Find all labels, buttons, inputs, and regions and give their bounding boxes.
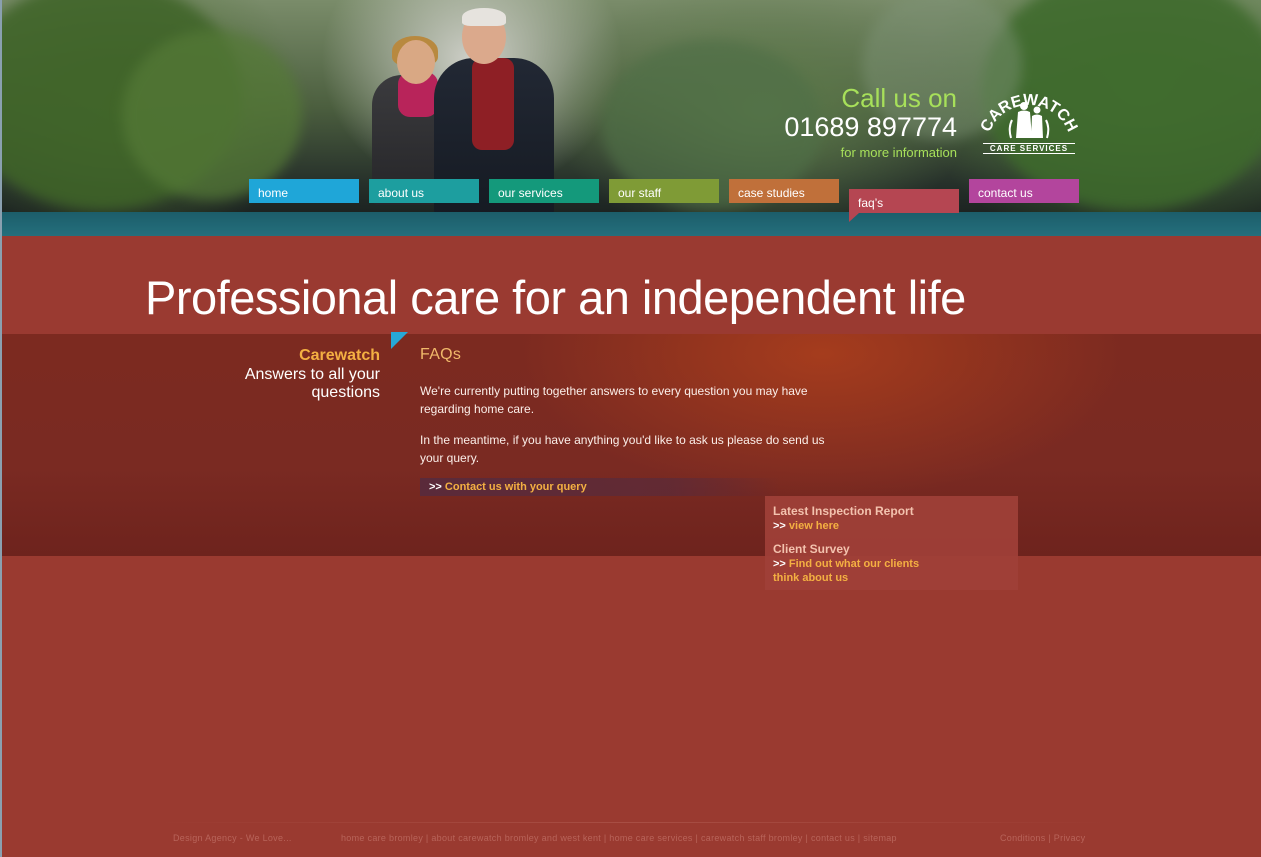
- nav-label: faq’s: [858, 196, 884, 210]
- page-title: Professional care for an independent lif…: [145, 271, 966, 324]
- inspection-report-heading: Latest Inspection Report: [773, 504, 914, 518]
- man-hair: [462, 8, 506, 26]
- nav-contact-us[interactable]: contact us: [969, 179, 1079, 203]
- logo-subtitle: CARE SERVICES: [983, 143, 1075, 154]
- nav-case-studies[interactable]: case studies: [729, 179, 839, 203]
- design-agency-credit[interactable]: Design Agency - We Love...: [173, 833, 292, 843]
- nav-label: about us: [378, 186, 425, 200]
- nav-label: home: [258, 186, 289, 200]
- woman-head: [397, 40, 435, 84]
- header-banner: Call us on 01689 897774 for more informa…: [2, 0, 1261, 236]
- phone-number: 01689 897774: [784, 112, 957, 142]
- nav-label: our staff: [618, 186, 662, 200]
- nav-faqs[interactable]: faq’s: [849, 189, 959, 222]
- section-heading: FAQs: [420, 346, 462, 363]
- background-tree: [122, 30, 302, 200]
- client-survey-link[interactable]: Find out what our clients think about us: [773, 558, 919, 584]
- nav-label: our services: [498, 186, 563, 200]
- man-scarf: [472, 58, 514, 150]
- sidebar-subtitle: Answers to all your questions: [244, 366, 380, 401]
- footer-divider: [152, 822, 1112, 823]
- view-report-link[interactable]: view here: [789, 520, 839, 532]
- active-tab-pointer: [849, 213, 859, 222]
- nav-home[interactable]: home: [249, 179, 359, 203]
- logo-emblem-icon: CAREWATCH: [980, 92, 1078, 139]
- footer-links[interactable]: home care bromley | about carewatch brom…: [341, 833, 897, 843]
- sidebar: Carewatch Answers to all your questions: [240, 346, 380, 402]
- query-paragraph: In the meantime, if you have anything yo…: [420, 433, 825, 465]
- nav-about-us[interactable]: about us: [369, 179, 479, 203]
- teal-band: [2, 212, 1261, 236]
- intro-paragraph: We're currently putting together answers…: [420, 384, 808, 416]
- nav-label: contact us: [978, 186, 1033, 200]
- sidebar-title: Carewatch: [299, 347, 380, 364]
- carewatch-logo[interactable]: CAREWATCH CARE SERVICES: [980, 80, 1078, 156]
- contact-query-link[interactable]: Contact us with your query: [445, 481, 587, 493]
- main-content: FAQs We're currently putting together an…: [420, 346, 830, 480]
- contact-cta-bar: >> Contact us with your query: [420, 478, 780, 496]
- report-arrows: >>: [773, 520, 789, 532]
- info-box: Latest Inspection Report >> view here Cl…: [765, 496, 1018, 590]
- client-survey-heading: Client Survey: [773, 542, 850, 556]
- nav-label: case studies: [738, 186, 805, 200]
- call-us-label: Call us on: [841, 83, 957, 113]
- legal-links[interactable]: Conditions | Privacy: [1000, 833, 1085, 843]
- survey-arrows: >>: [773, 558, 789, 570]
- more-info-label: for more information: [840, 145, 957, 160]
- nav-our-services[interactable]: our services: [489, 179, 599, 203]
- nav-our-staff[interactable]: our staff: [609, 179, 719, 203]
- cta-arrows: >>: [429, 481, 445, 493]
- call-us-block: Call us on 01689 897774 for more informa…: [784, 84, 957, 162]
- corner-triangle: [391, 332, 408, 349]
